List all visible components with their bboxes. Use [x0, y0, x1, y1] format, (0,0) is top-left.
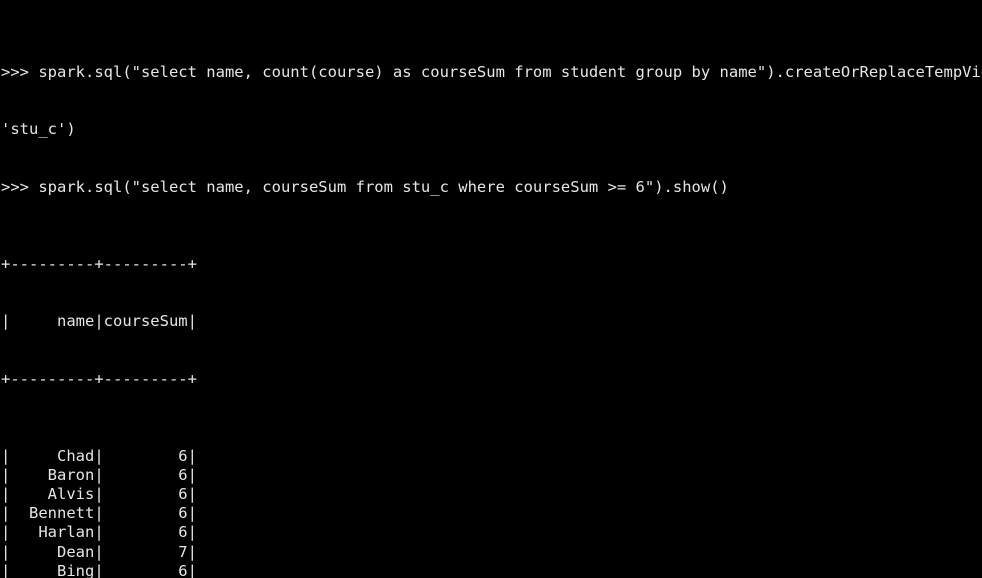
command-line-1-part-1: >>> spark.sql("select name, count(course… [1, 62, 982, 81]
table-row: | Dean| 7| [1, 542, 197, 561]
table-row: | Harlan| 6| [1, 523, 197, 542]
table-row: | Bing| 6| [1, 561, 197, 578]
table-header-row: | name|courseSum| [1, 312, 197, 331]
table-row: | Chad| 6| [1, 446, 197, 465]
table-border-top: +---------+---------+ [1, 254, 197, 273]
table-border-middle: +---------+---------+ [1, 369, 197, 388]
table-body: | Chad| 6| | Baron| 6| | Alvis| 6| | Bennet… [1, 447, 982, 578]
command-line-2: >>> spark.sql("select name, courseSum fr… [1, 177, 729, 196]
table-row: | Baron| 6| [1, 465, 197, 484]
table-row: | Bennett| 6| [1, 504, 197, 523]
table-row: | Alvis| 6| [1, 484, 197, 503]
command-line-1-part-2: 'stu_c') [1, 120, 76, 139]
terminal-screen[interactable]: >>> spark.sql("select name, count(course… [0, 0, 982, 578]
